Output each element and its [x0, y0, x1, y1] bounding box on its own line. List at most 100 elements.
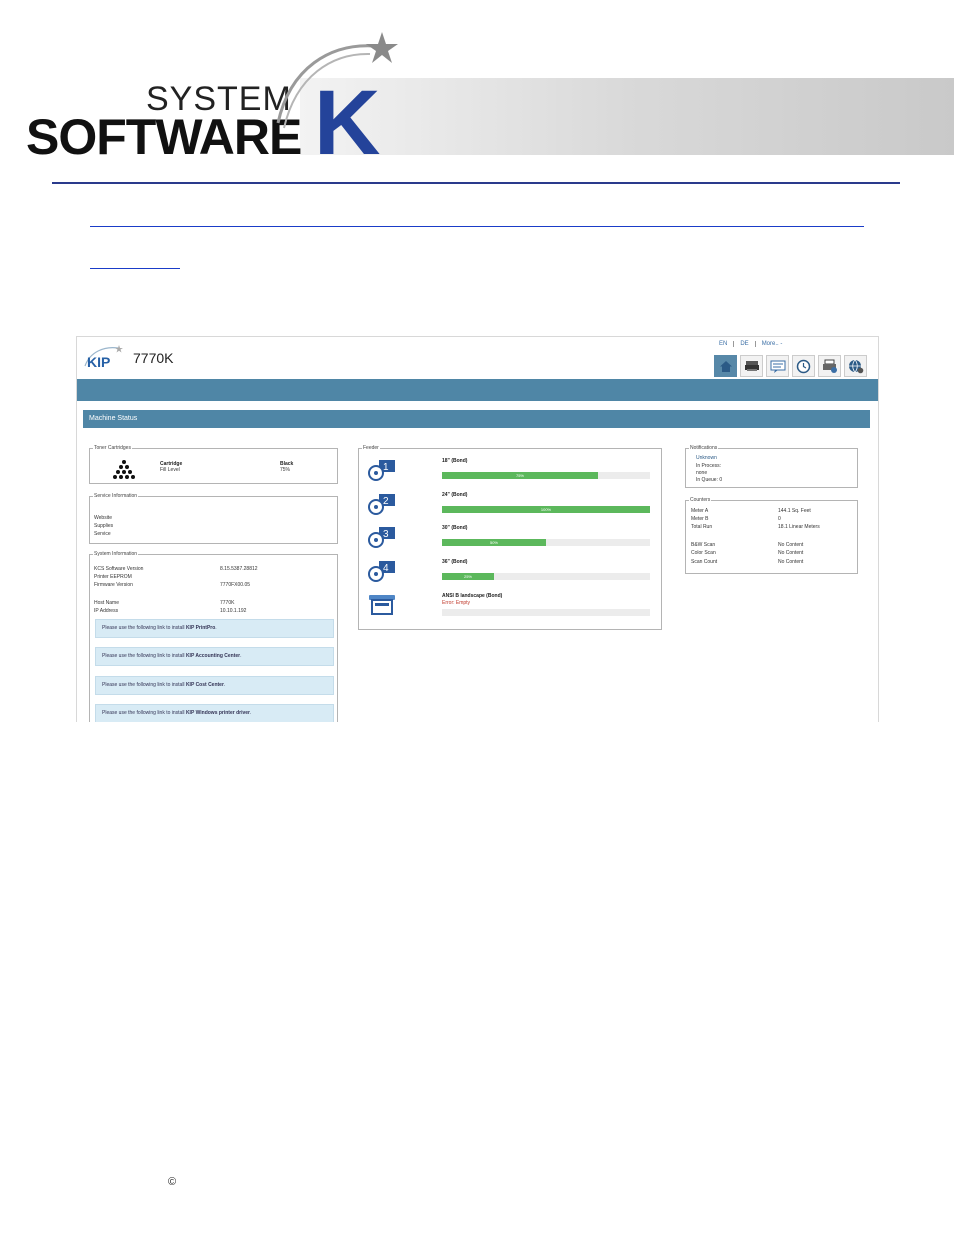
- nav-global-settings[interactable]: [844, 355, 867, 377]
- nav-messages[interactable]: [766, 355, 789, 377]
- install-printpro-notice[interactable]: Please use the following link to install…: [95, 619, 334, 638]
- counters-legend: Counters: [690, 497, 711, 503]
- roll-level-fill: 75%: [442, 472, 598, 479]
- top-nav-icons: [714, 355, 867, 377]
- counter-value: 18.1 Linear Meters: [778, 524, 820, 530]
- brand-software-text: SOFTWARE: [26, 109, 302, 165]
- system-row-label: IP Address: [94, 608, 119, 614]
- nav-home[interactable]: [714, 355, 737, 377]
- install-prefix: Please use the following link to install: [102, 653, 186, 659]
- counter-label: B&W Scan: [691, 542, 716, 548]
- install-product-link[interactable]: KIP Cost Center: [186, 682, 224, 688]
- section-title-bar: Machine Status: [83, 410, 870, 428]
- paper-roll-icon: 2: [368, 494, 395, 515]
- system-row-value: 8.15.5387.28812: [220, 566, 258, 572]
- install-prefix: Please use the following link to install: [102, 710, 186, 716]
- counters-panel: Counters Meter A 144.1 Sq. Feet Meter B …: [685, 497, 858, 574]
- language-selector: EN DE More.. -: [713, 341, 788, 347]
- kip-machine-status-screenshot: KIP 7770K EN DE More.. - Machine Status …: [76, 336, 879, 722]
- notifications-legend: Notifications: [690, 445, 718, 451]
- hyperlink-underline[interactable]: [90, 226, 864, 227]
- counter-value: No Content: [778, 559, 804, 565]
- install-suffix: .: [223, 682, 226, 688]
- notification-status: Unknown: [696, 455, 717, 461]
- in-process-label: In Process:: [696, 463, 722, 469]
- counter-label: Scan Count: [691, 559, 718, 565]
- paper-roll-icon: 1: [368, 460, 395, 481]
- roll-label: 18" (Bond): [442, 458, 468, 464]
- service-row-service: Service: [94, 531, 111, 537]
- system-row-label: Firmware Version: [94, 582, 133, 588]
- system-row-value: 7770K: [220, 600, 235, 606]
- install-prefix: Please use the following link to install: [102, 625, 186, 631]
- roll-tray[interactable]: 4 36" (Bond) 25%: [359, 557, 659, 587]
- roll-tray[interactable]: 3 30" (Bond) 50%: [359, 523, 659, 553]
- hyperlink-underline-continued[interactable]: [90, 268, 180, 269]
- install-accounting-center-notice[interactable]: Please use the following link to install…: [95, 647, 334, 666]
- home-icon: [719, 360, 732, 372]
- roll-tray[interactable]: 2 24" (Bond) 100%: [359, 490, 659, 520]
- sheet-tray[interactable]: ANSI B landscape (Bond) Error: Empty: [359, 591, 659, 621]
- roll-tray[interactable]: 1 18" (Bond) 75%: [359, 456, 659, 486]
- install-windows-driver-notice[interactable]: Please use the following link to install…: [95, 704, 334, 722]
- sheet-error: Error: Empty: [442, 600, 471, 606]
- messages-icon: [770, 360, 785, 373]
- feeder-legend: Feeder: [363, 445, 379, 451]
- counter-label: Meter B: [691, 516, 709, 522]
- system-information-legend: System Information: [94, 551, 138, 557]
- roll-label: 30" (Bond): [442, 525, 468, 531]
- install-prefix: Please use the following link to install: [102, 682, 186, 688]
- system-row-label: KCS Software Version: [94, 566, 144, 572]
- history-clock-icon: [796, 359, 811, 373]
- install-suffix: .: [240, 653, 242, 659]
- sheet-feeder-icon: [369, 595, 395, 615]
- roll-level-bar: 25%: [442, 573, 650, 580]
- roll-level-bar: 75%: [442, 472, 650, 479]
- brand-k-logo: K: [276, 32, 398, 158]
- counter-label: Meter A: [691, 508, 709, 514]
- roll-label: 24" (Bond): [442, 492, 468, 498]
- roll-level-bar: 50%: [442, 539, 650, 546]
- nav-printer-queue[interactable]: [740, 355, 763, 377]
- counter-label: Total Run: [691, 524, 713, 530]
- counter-value: No Content: [778, 550, 804, 556]
- sheet-label: ANSI B landscape (Bond): [442, 593, 503, 599]
- service-information-panel: Service Information Website Supplies Ser…: [89, 493, 338, 544]
- roll-label: 36" (Bond): [442, 559, 468, 565]
- language-more[interactable]: More.. -: [756, 341, 789, 347]
- globe-settings-icon: [848, 359, 863, 373]
- roll-number: 4: [383, 563, 389, 574]
- language-en[interactable]: EN: [713, 341, 735, 347]
- roll-number: 2: [383, 496, 389, 507]
- header-divider: [52, 182, 900, 184]
- install-product-link[interactable]: KIP Accounting Center: [186, 653, 240, 659]
- printer-queue-icon: [744, 361, 759, 371]
- counter-value: No Content: [778, 542, 804, 548]
- kip-logo: KIP: [84, 345, 123, 370]
- fill-level-label: Fill Level: [160, 467, 180, 473]
- toner-cartridges-legend: Toner Cartridges: [94, 445, 131, 451]
- in-process-value: none: [696, 470, 708, 476]
- system-row-label: Printer EEPROM: [94, 574, 132, 580]
- roll-level-bar: 100%: [442, 506, 650, 513]
- nav-printer-settings[interactable]: [818, 355, 841, 377]
- printer-model-title: 7770K: [133, 350, 174, 366]
- install-product-link[interactable]: KIP PrintPro: [186, 625, 215, 631]
- counter-label: Color Scan: [691, 550, 716, 556]
- roll-level-fill: 100%: [442, 506, 650, 513]
- kip-logo-text: KIP: [87, 354, 110, 370]
- system-information-panel: System Information KCS Software Version …: [89, 551, 338, 722]
- nav-band: [77, 379, 878, 401]
- install-cost-center-notice[interactable]: Please use the following link to install…: [95, 676, 334, 695]
- nav-history[interactable]: [792, 355, 815, 377]
- service-information-legend: Service Information: [94, 493, 138, 499]
- notifications-panel: Notifications Unknown In Process: none I…: [685, 445, 858, 488]
- language-de[interactable]: DE: [734, 341, 756, 347]
- install-product-link[interactable]: KIP Windows printer driver: [186, 710, 250, 716]
- roll-number: 1: [383, 462, 389, 473]
- service-row-website: Website: [94, 515, 112, 521]
- sheet-level-bar: [442, 609, 650, 616]
- install-suffix: .: [215, 625, 217, 631]
- paper-roll-icon: 4: [368, 561, 395, 582]
- system-row-value: 10.10.1.192: [220, 608, 247, 614]
